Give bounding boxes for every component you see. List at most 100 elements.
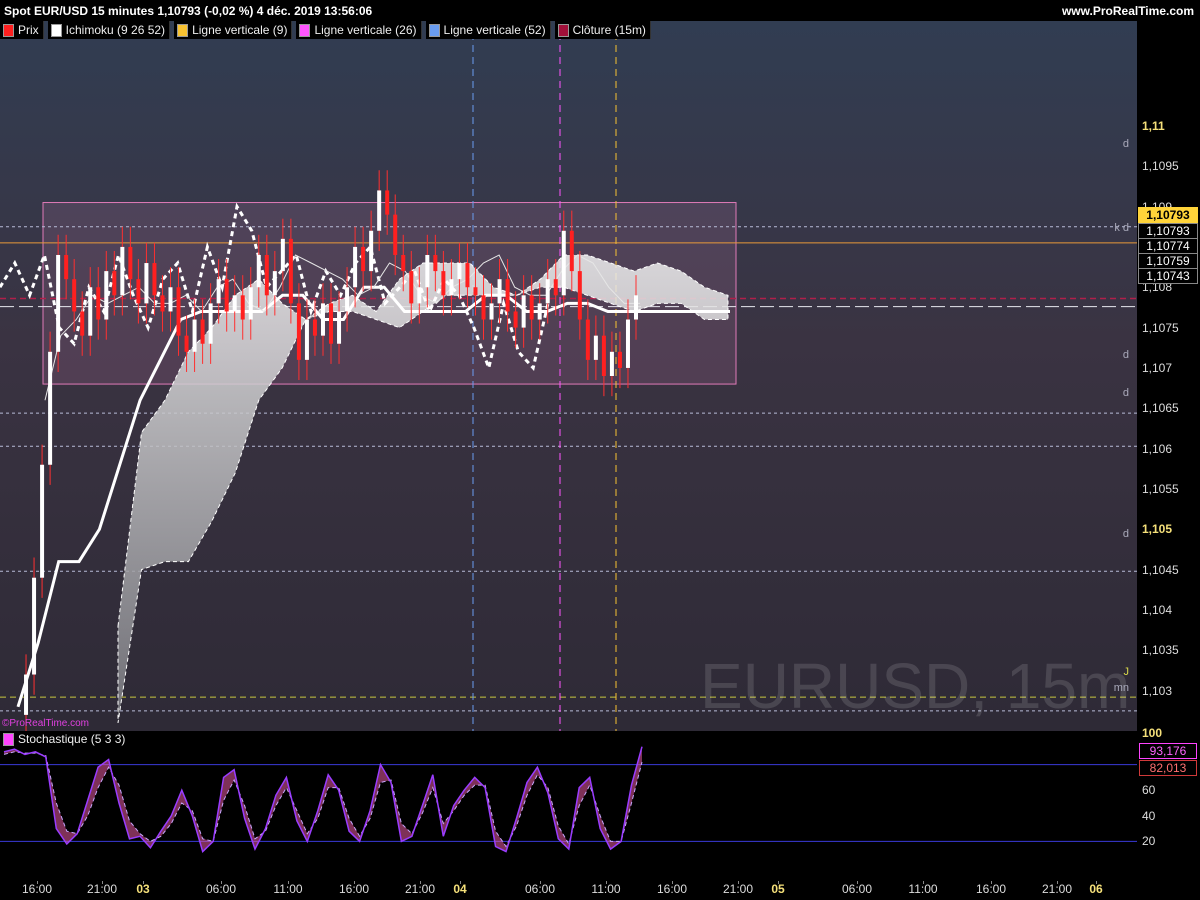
price-candle-body bbox=[288, 238, 293, 304]
price-candle-body bbox=[393, 214, 398, 255]
price-candle-body bbox=[224, 279, 229, 312]
price-candle-body bbox=[505, 279, 510, 312]
price-tick-label: 1,104 bbox=[1142, 602, 1173, 617]
time-tick-label: 16:00 bbox=[21, 882, 53, 896]
legend-swatch bbox=[557, 23, 569, 37]
price-tag: 1,10759 bbox=[1138, 253, 1198, 269]
time-tick-label: 11:00 bbox=[591, 882, 621, 896]
price-candle-body bbox=[634, 295, 638, 320]
price-candle-body bbox=[529, 295, 534, 320]
legend-swatch bbox=[299, 23, 311, 37]
price-tick-label: 1,1075 bbox=[1142, 320, 1179, 335]
price-candle-body bbox=[64, 254, 69, 280]
time-tick-label: 05 bbox=[771, 882, 785, 896]
price-candle-body bbox=[296, 303, 301, 360]
price-candle-body bbox=[80, 311, 85, 336]
legend-item[interactable]: Ligne verticale (26) bbox=[296, 21, 422, 39]
time-tick-mark bbox=[672, 881, 673, 884]
chart-header: Spot EUR/USD 15 minutes 1,10793 (-0,02 %… bbox=[0, 0, 1200, 21]
legend-label: Ichimoku (9 26 52) bbox=[65, 23, 166, 37]
price-candle-body bbox=[441, 271, 446, 296]
time-tick-mark bbox=[606, 881, 607, 884]
price-candle-body bbox=[593, 335, 598, 360]
time-tick-mark bbox=[540, 881, 541, 884]
price-candle-body bbox=[329, 303, 334, 344]
legend-swatch bbox=[50, 23, 62, 37]
legend-item[interactable]: Ichimoku (9 26 52) bbox=[47, 21, 171, 39]
level-tag-d: d bbox=[1122, 138, 1129, 150]
price-candle-body bbox=[56, 254, 61, 352]
price-candle-body bbox=[449, 279, 454, 296]
price-candle-body bbox=[601, 335, 606, 376]
stochastic-d-value: 82,013 bbox=[1139, 760, 1197, 776]
price-axis[interactable]: 1,111,10951,1091,10851,1081,10751,1071,1… bbox=[1137, 21, 1200, 881]
stochastic-tick-label: 40 bbox=[1142, 808, 1156, 823]
price-tick-label: 1,1055 bbox=[1142, 481, 1179, 496]
legend-item[interactable]: Ligne verticale (52) bbox=[425, 21, 551, 39]
price-candle-body bbox=[617, 351, 622, 368]
price-candle-body bbox=[569, 230, 574, 272]
price-candle-body bbox=[345, 287, 350, 312]
price-candle-body bbox=[32, 577, 37, 675]
price-candle-body bbox=[337, 311, 342, 344]
stochastic-svg bbox=[0, 746, 1137, 854]
price-candle-body bbox=[24, 674, 29, 715]
price-candle-body bbox=[40, 464, 45, 578]
legend-label: Prix bbox=[18, 23, 39, 37]
time-axis[interactable]: 16:00 21:00 03 06:00 11:00 16:00 21:00 04 06:00 1… bbox=[0, 881, 1137, 900]
time-tick-mark bbox=[1096, 881, 1097, 884]
legend-swatch bbox=[3, 23, 14, 37]
price-candle-body bbox=[264, 254, 269, 296]
legend-label: Ligne verticale (9) bbox=[192, 23, 288, 37]
price-candle-body bbox=[272, 271, 277, 296]
price-tick-label: 1,103 bbox=[1142, 683, 1173, 698]
time-tick-label: 21:00 bbox=[86, 882, 118, 896]
legend-item[interactable]: Clôture (15m) bbox=[554, 21, 651, 39]
price-panel[interactable]: EURUSD, 15m d k d d d d J mn bbox=[0, 21, 1137, 731]
price-tick-label: 1,1045 bbox=[1142, 562, 1179, 577]
time-tick-mark bbox=[923, 881, 924, 884]
price-candle-body bbox=[369, 230, 374, 272]
stochastic-panel[interactable] bbox=[0, 731, 1137, 881]
price-candle-body bbox=[104, 271, 109, 320]
price-tick-label: 1,1065 bbox=[1142, 401, 1179, 416]
price-candle-body bbox=[489, 303, 494, 320]
time-tick-mark bbox=[991, 881, 992, 884]
price-candle-body bbox=[128, 246, 133, 280]
price-candle-body bbox=[513, 311, 518, 328]
price-tick-label: 1,107 bbox=[1142, 360, 1173, 375]
price-tick-label: 1,105 bbox=[1142, 522, 1173, 537]
price-candle-body bbox=[353, 246, 358, 288]
price-candle-body bbox=[465, 263, 470, 288]
time-tick-mark bbox=[857, 881, 858, 884]
price-candle-body bbox=[401, 254, 406, 272]
price-candle-body bbox=[216, 279, 221, 304]
price-candle-body bbox=[88, 287, 93, 336]
stochastic-label: Stochastique (5 3 3) bbox=[18, 732, 126, 746]
price-candle-body bbox=[120, 246, 125, 296]
price-candle-body bbox=[152, 263, 157, 296]
time-tick-mark bbox=[778, 881, 779, 884]
legend-swatch bbox=[177, 23, 189, 37]
price-candle-body bbox=[537, 303, 542, 320]
time-tick-mark bbox=[143, 881, 144, 884]
legend-label: Clôture (15m) bbox=[572, 23, 646, 37]
time-tick-label: 03 bbox=[136, 882, 150, 896]
price-tag: 1,10743 bbox=[1138, 268, 1198, 284]
level-tag-j: J bbox=[1123, 666, 1130, 678]
price-candle-body bbox=[192, 319, 197, 352]
time-tick-label: 06 bbox=[1089, 882, 1103, 896]
legend-item[interactable]: Prix bbox=[0, 21, 44, 39]
legend-item[interactable]: Ligne verticale (9) bbox=[174, 21, 293, 39]
price-candle-body bbox=[176, 287, 181, 336]
price-candle-body bbox=[280, 238, 285, 272]
site-link[interactable]: www.ProRealTime.com bbox=[1062, 4, 1194, 18]
level-tag-d: d bbox=[1122, 349, 1129, 361]
level-tag-mn: mn bbox=[1113, 682, 1129, 694]
stochastic-fill bbox=[4, 746, 642, 852]
time-tick-mark bbox=[221, 881, 222, 884]
price-candle-body bbox=[457, 263, 462, 280]
price-candle-body bbox=[577, 271, 582, 320]
stochastic-tick-label: 60 bbox=[1142, 783, 1156, 798]
price-candle-body bbox=[433, 254, 438, 272]
